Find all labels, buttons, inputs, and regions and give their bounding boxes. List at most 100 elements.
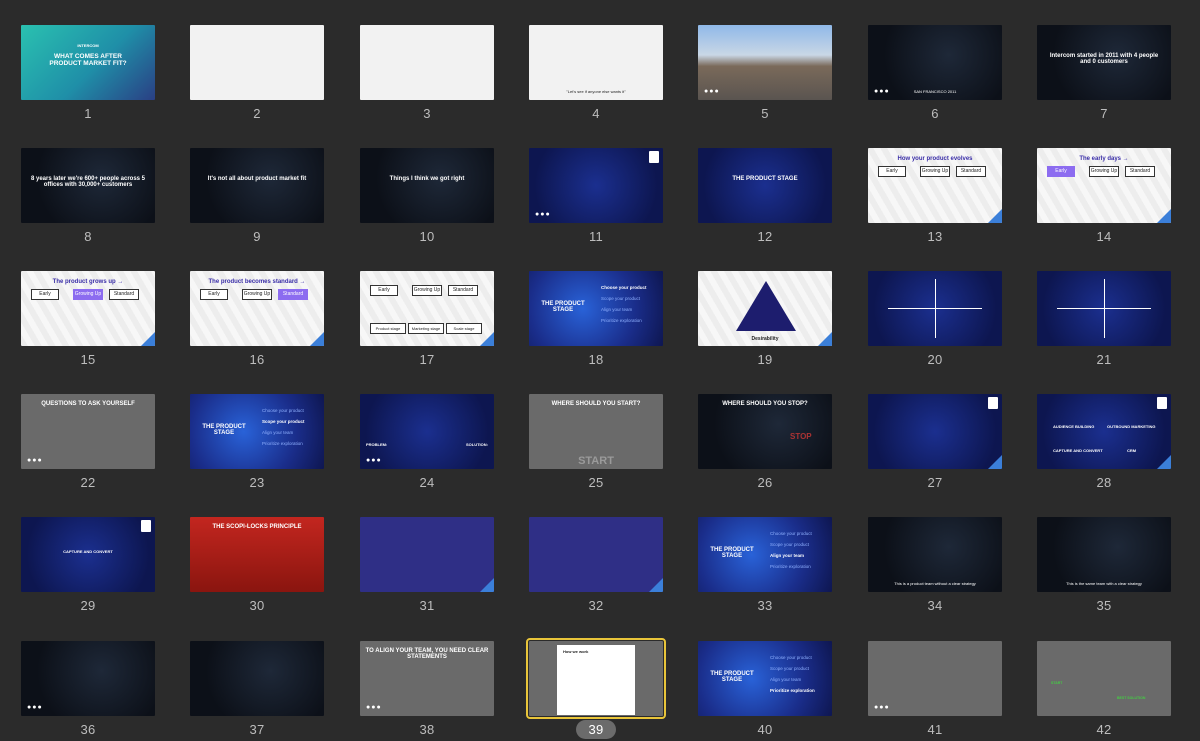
- slide-preview: QUESTIONS TO ASK YOURSELF ●●●: [21, 394, 155, 469]
- slide-thumbnail-9[interactable]: It's not all about product market fit 9: [190, 148, 326, 248]
- slide-dots-icon: ●●●: [366, 457, 382, 464]
- slide-preview: The product grows up → Early Growing Up Sta…: [21, 271, 155, 346]
- slide-thumbnail-11[interactable]: ●●● 11: [529, 148, 665, 248]
- slide-subtitle: BEST SOLUTION: [1117, 696, 1146, 700]
- stage-box: Early: [31, 289, 59, 300]
- slide-number: 28: [1037, 475, 1171, 490]
- slide-number: 38: [360, 722, 494, 737]
- slide-thumbnail-38[interactable]: TO ALIGN YOUR TEAM, YOU NEED CLEAR STATE…: [360, 641, 496, 741]
- slide-number-label: 36: [80, 722, 96, 737]
- slide-thumbnail-3[interactable]: 3: [360, 25, 496, 125]
- slide-thumbnail-30[interactable]: THE SCOPI-LOCKS PRINCIPLE 30: [190, 517, 326, 617]
- slide-thumbnail-41[interactable]: ●●● 41: [868, 641, 1004, 741]
- slide-thumbnail-2[interactable]: 2: [190, 25, 326, 125]
- slide-thumbnail-1[interactable]: WHAT COMES AFTER PRODUCT MARKET FIT? INTE…: [21, 25, 157, 125]
- slide-preview: The product becomes standard → Early Growi…: [190, 271, 324, 346]
- slide-number-label: 17: [419, 352, 435, 367]
- menu-item: Align your team: [262, 430, 294, 435]
- slide-number-label: 40: [757, 722, 773, 737]
- slide-thumbnail-26[interactable]: WHERE SHOULD YOU STOP? STOP 26: [698, 394, 834, 494]
- slide-number: 3: [360, 106, 494, 121]
- doc-title: How we work: [563, 649, 589, 654]
- slide-preview: AUDIENCE BUILDING OUTBOUND MARKETING CAPTU…: [1037, 394, 1171, 469]
- stage-box: Early: [370, 285, 398, 296]
- slide-thumbnail-42[interactable]: BEST SOLUTION START 42: [1037, 641, 1173, 741]
- slide-thumbnail-21[interactable]: 21: [1037, 271, 1173, 371]
- slide-number: 2: [190, 106, 324, 121]
- slide-title: TO ALIGN YOUR TEAM, YOU NEED CLEAR STATE…: [365, 648, 489, 660]
- slide-thumbnail-29[interactable]: CAPTURE AND CONVERT 29: [21, 517, 157, 617]
- slide-number: 42: [1037, 722, 1171, 737]
- slide-number: 12: [698, 229, 832, 244]
- slide-number: 5: [698, 106, 832, 121]
- slide-number: 10: [360, 229, 494, 244]
- slide-number: 4: [529, 106, 663, 121]
- slide-number-label: 16: [249, 352, 265, 367]
- slide-thumbnail-12[interactable]: THE PRODUCT STAGE 12: [698, 148, 834, 248]
- slide-thumbnail-4[interactable]: "Let's see if anyone else wants it" 4: [529, 25, 665, 125]
- slide-thumbnail-23[interactable]: THE PRODUCT STAGE Choose your product Scop…: [190, 394, 326, 494]
- slide-thumbnail-5[interactable]: ●●● 5: [698, 25, 834, 125]
- section-label: CRM: [1127, 448, 1137, 453]
- slide-subtitle: Desirability: [751, 336, 779, 342]
- slide-number-label: 37: [249, 722, 265, 737]
- slide-thumbnail-31[interactable]: 31: [360, 517, 496, 617]
- slide-subtitle: START: [578, 455, 614, 467]
- slide-number: 25: [529, 475, 663, 490]
- slide-thumbnail-14[interactable]: The early days → Early Growing Up Standard 1…: [1037, 148, 1173, 248]
- slide-thumbnail-20[interactable]: 20: [868, 271, 1004, 371]
- slide-number-label: 27: [927, 475, 943, 490]
- slide-thumbnail-7[interactable]: Intercom started in 2011 with 4 people a…: [1037, 25, 1173, 125]
- slide-number: 22: [21, 475, 155, 490]
- slide-number-label: 7: [1100, 106, 1108, 121]
- note-page-icon: [1157, 397, 1167, 409]
- solution-label: SOLUTION:: [466, 442, 488, 447]
- slide-number: 15: [21, 352, 155, 367]
- slide-thumbnail-34[interactable]: This is a product team without a clear s…: [868, 517, 1004, 617]
- slide-thumbnail-15[interactable]: The product grows up → Early Growing Up Sta…: [21, 271, 157, 371]
- slide-thumbnail-16[interactable]: The product becomes standard → Early Growi…: [190, 271, 326, 371]
- slide-number: 20: [868, 352, 1002, 367]
- slide-thumbnail-39[interactable]: How we work 39: [526, 638, 666, 741]
- slide-title: THE PRODUCT STAGE: [732, 176, 798, 182]
- slide-number-label: 38: [419, 722, 435, 737]
- slide-preview: Desirability: [698, 271, 832, 346]
- slide-subtitle: CAPTURE AND CONVERT: [63, 549, 113, 554]
- slide-number-label: 25: [588, 475, 604, 490]
- slide-number-label: 5: [761, 106, 769, 121]
- slide-preview: [868, 271, 1002, 346]
- slide-title: THE SCOPI-LOCKS PRINCIPLE: [212, 524, 302, 530]
- slide-thumbnail-40[interactable]: THE PRODUCT STAGE Choose your product Scop…: [698, 641, 834, 741]
- slide-thumbnail-36[interactable]: ●●● 36: [21, 641, 157, 741]
- corner-badge-icon: [988, 209, 1002, 223]
- slide-thumbnail-32[interactable]: 32: [529, 517, 665, 617]
- slide-number-label: 23: [249, 475, 265, 490]
- slide-subtitle: INTERCOM: [77, 43, 99, 48]
- slide-thumbnail-10[interactable]: Things I think we got right 10: [360, 148, 496, 248]
- slide-thumbnail-18[interactable]: THE PRODUCT STAGE Choose your product Scop…: [529, 271, 665, 371]
- corner-badge-icon: [988, 455, 1002, 469]
- menu-item: Align your team: [601, 307, 633, 312]
- menu-item: Choose your product: [770, 531, 812, 536]
- slide-thumbnail-24[interactable]: PROBLEM: SOLUTION: ●●● 24: [360, 394, 496, 494]
- slide-preview: This is the same team with a clear strat…: [1037, 517, 1171, 592]
- slide-number-label: 4: [592, 106, 600, 121]
- slide-thumbnail-19[interactable]: Desirability 19: [698, 271, 834, 371]
- slide-thumbnail-8[interactable]: 8 years later we're 600+ people across 5…: [21, 148, 157, 248]
- slide-thumbnail-13[interactable]: How your product evolves Early Growing Up S…: [868, 148, 1004, 248]
- slide-number-label: 20: [927, 352, 943, 367]
- section-label: AUDIENCE BUILDING: [1053, 424, 1095, 429]
- slide-thumbnail-37[interactable]: 37: [190, 641, 326, 741]
- slide-thumbnail-17[interactable]: Early Growing Up Standard Product stage Mark…: [360, 271, 496, 371]
- slide-thumbnail-35[interactable]: This is the same team with a clear strat…: [1037, 517, 1173, 617]
- slide-subtitle: This is a product team without a clear s…: [894, 581, 976, 586]
- slide-thumbnail-25[interactable]: WHERE SHOULD YOU START? START 25: [529, 394, 665, 494]
- slide-thumbnail-28[interactable]: AUDIENCE BUILDING OUTBOUND MARKETING CAPTU…: [1037, 394, 1173, 494]
- slide-thumbnail-33[interactable]: THE PRODUCT STAGE Choose your product Scop…: [698, 517, 834, 617]
- slide-preview: ●●●: [21, 641, 155, 716]
- slide-thumbnail-6[interactable]: SAN FRANCISCO 2011 ●●● 6: [868, 25, 1004, 125]
- slide-preview: THE PRODUCT STAGE Choose your product Scop…: [190, 394, 324, 469]
- slide-thumbnail-22[interactable]: QUESTIONS TO ASK YOURSELF ●●● 22: [21, 394, 157, 494]
- slide-thumbnail-27[interactable]: 27: [868, 394, 1004, 494]
- slide-number: 16: [190, 352, 324, 367]
